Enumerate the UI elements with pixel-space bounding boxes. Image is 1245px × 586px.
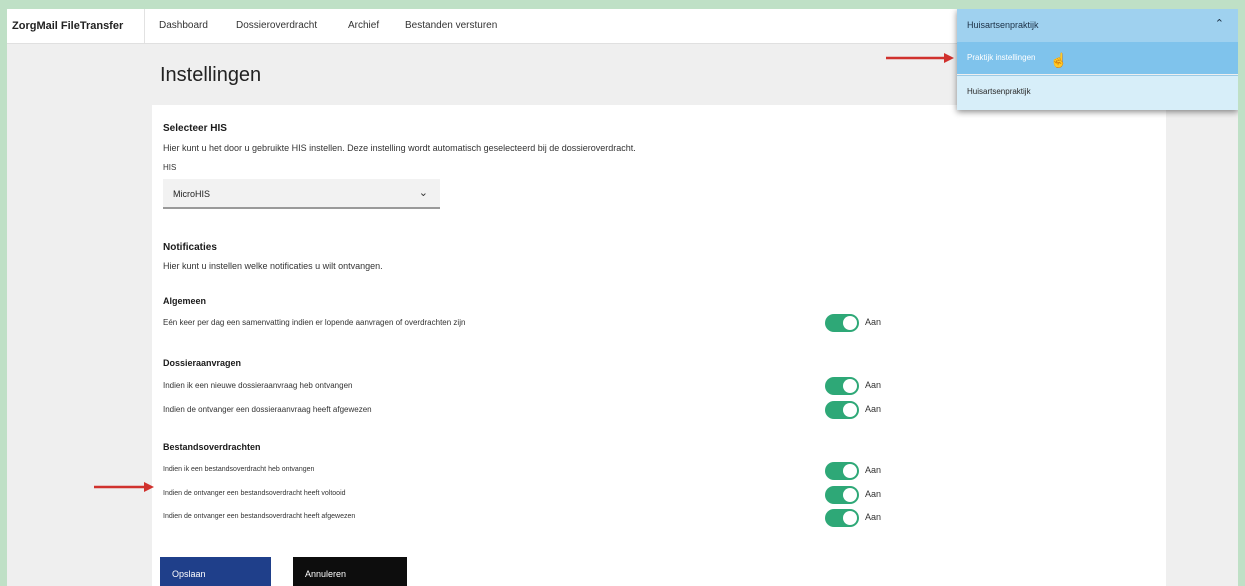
notification-toggle[interactable]: Aan (825, 314, 895, 332)
his-description: Hier kunt u het door u gebruikte HIS ins… (163, 143, 636, 153)
notification-toggle[interactable]: Aan (825, 509, 895, 527)
toggle-state-label: Aan (865, 489, 882, 499)
his-select-value: MicroHIS (173, 189, 211, 199)
menu-item-label: Huisartsenpraktijk (967, 87, 1031, 96)
practice-menu-current: Huisartsenpraktijk (967, 20, 1039, 30)
notification-toggle[interactable]: Aan (825, 462, 895, 480)
nav-dashboard[interactable]: Dashboard (159, 20, 208, 31)
save-button[interactable]: Opslaan (160, 557, 271, 586)
notifications-heading: Notificaties (163, 242, 217, 253)
toggle-knob (843, 511, 857, 525)
his-field-label: HIS (163, 163, 177, 172)
toggle-knob (843, 488, 857, 502)
nav-divider (144, 9, 145, 43)
group-title-algemeen: Algemeen (163, 296, 207, 306)
nav-dossieroverdracht[interactable]: Dossieroverdracht (236, 20, 317, 31)
nav-archief[interactable]: Archief (348, 20, 379, 31)
notifications-description: Hier kunt u instellen welke notificaties… (163, 261, 383, 271)
his-heading: Selecteer HIS (163, 123, 227, 134)
toggle-state-label: Aan (865, 404, 882, 414)
toggle-switch[interactable] (825, 401, 859, 419)
his-select[interactable]: MicroHIS ⌄ (163, 179, 440, 209)
nav-bestanden-versturen[interactable]: Bestanden versturen (405, 20, 497, 31)
notification-label: Indien de ontvanger een bestandsoverdrac… (163, 490, 346, 497)
menu-item-praktijk-instellingen[interactable]: Praktijk instellingen ☝ (957, 42, 1238, 74)
toggle-state-label: Aan (865, 317, 882, 327)
toggle-switch[interactable] (825, 509, 859, 527)
notification-toggle[interactable]: Aan (825, 401, 895, 419)
notification-toggle[interactable]: Aan (825, 377, 895, 395)
page-title: Instellingen (160, 64, 262, 86)
app-window: ZorgMail FileTransfer Dashboard Dossiero… (7, 9, 1238, 586)
practice-menu: Huisartsenpraktijk ⌃ Praktijk instelling… (957, 9, 1238, 110)
toggle-knob (843, 316, 857, 330)
menu-item-label: Praktijk instellingen (967, 53, 1036, 62)
settings-card: Selecteer HIS Hier kunt u het door u geb… (152, 105, 1166, 586)
toggle-state-label: Aan (865, 512, 882, 522)
notification-toggle[interactable]: Aan (825, 486, 895, 504)
practice-menu-toggle[interactable]: Huisartsenpraktijk ⌃ (957, 9, 1238, 43)
notification-label: Eén keer per dag een samenvatting indien… (163, 318, 466, 327)
toggle-knob (843, 379, 857, 393)
red-arrow-icon (94, 482, 154, 492)
toggle-knob (843, 403, 857, 417)
notification-label: Indien de ontvanger een bestandsoverdrac… (163, 513, 356, 520)
cancel-button[interactable]: Annuleren (293, 557, 407, 586)
toggle-switch[interactable] (825, 462, 859, 480)
toggle-state-label: Aan (865, 380, 882, 390)
notification-label: Indien de ontvanger een dossieraanvraag … (163, 405, 372, 414)
notification-label: Indien ik een bestandsoverdracht heb ont… (163, 466, 315, 473)
hand-pointer-icon: ☝ (1050, 52, 1068, 68)
toggle-switch[interactable] (825, 486, 859, 504)
red-arrow-icon (886, 53, 954, 63)
chevron-up-icon: ⌃ (1214, 18, 1224, 30)
toggle-state-label: Aan (865, 465, 882, 475)
group-title-bestandsoverdrachten: Bestandsoverdrachten (163, 442, 261, 452)
group-title-dossieraanvragen: Dossieraanvragen (163, 358, 242, 368)
toggle-switch[interactable] (825, 314, 859, 332)
toggle-knob (843, 464, 857, 478)
chevron-down-icon: ⌄ (418, 187, 428, 199)
menu-item-huisartsenpraktijk[interactable]: Huisartsenpraktijk (957, 75, 1238, 110)
toggle-switch[interactable] (825, 377, 859, 395)
app-brand: ZorgMail FileTransfer (12, 20, 124, 32)
notification-label: Indien ik een nieuwe dossieraanvraag heb… (163, 381, 353, 390)
